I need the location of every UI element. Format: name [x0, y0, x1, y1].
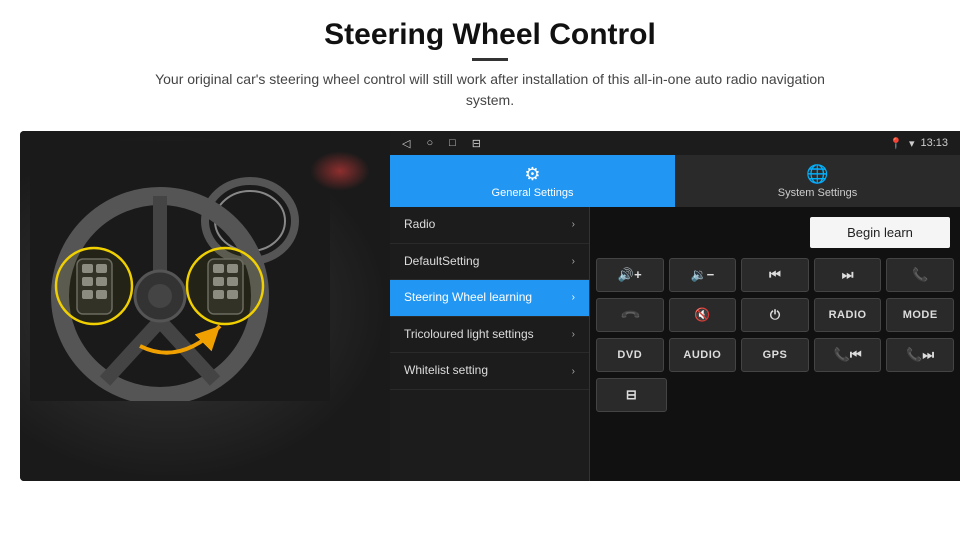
menu-icon: ⊟ [472, 137, 481, 150]
audio-button[interactable]: AUDIO [669, 338, 737, 372]
phone-button[interactable]: 📞 [886, 258, 954, 292]
mute-button[interactable]: 🔇 [669, 298, 737, 332]
menu-item-default[interactable]: DefaultSetting › [390, 244, 589, 281]
vol-down-icon: 🔉− [691, 267, 715, 283]
mute-icon: 🔇 [694, 307, 710, 323]
page-subtitle: Your original car's steering wheel contr… [140, 69, 840, 111]
status-bar-right: 📍 ▾ 13:13 [889, 137, 948, 150]
page-title: Steering Wheel Control [0, 18, 980, 52]
next-icon: ⏭ [842, 267, 854, 283]
menu-item-tricoloured-label: Tricoloured light settings [404, 327, 534, 343]
menu-item-radio[interactable]: Radio › [390, 207, 589, 244]
power-button[interactable]: ⏻ [741, 298, 809, 332]
back-icon: ◁ [402, 137, 410, 150]
controls-row-3: DVD AUDIO GPS 📞⏮ 📞⏭ [596, 338, 954, 372]
wifi-icon: ▾ [909, 137, 915, 150]
controls-row-2: 📞 🔇 ⏻ RADIO MODE [596, 298, 954, 332]
globe-icon: 🌐 [806, 164, 828, 185]
menu-item-whitelist[interactable]: Whitelist setting › [390, 353, 589, 390]
main-content: ◁ ○ □ ⊟ 📍 ▾ 13:13 ⚙ General Settings [0, 131, 980, 481]
vol-down-button[interactable]: 🔉− [669, 258, 737, 292]
page-container: Steering Wheel Control Your original car… [0, 0, 980, 481]
radio-button[interactable]: RADIO [814, 298, 882, 332]
chevron-right-icon: › [572, 366, 575, 377]
steering-wheel-background [20, 131, 390, 481]
phone-icon: 📞 [912, 267, 928, 283]
gear-icon: ⚙ [524, 164, 540, 185]
menu-item-tricoloured[interactable]: Tricoloured light settings › [390, 317, 589, 354]
gps-button[interactable]: GPS [741, 338, 809, 372]
content-area: Radio › DefaultSetting › Steering Wheel … [390, 207, 960, 481]
chevron-right-icon: › [572, 292, 575, 303]
right-panel: Begin learn 🔊+ 🔉− ⏮ [590, 207, 960, 481]
dvd-label: DVD [617, 349, 642, 361]
status-bar-left: ◁ ○ □ ⊟ [402, 137, 481, 150]
tel-prev-icon: 📞⏮ [834, 347, 862, 363]
begin-learn-row: Begin learn [596, 213, 954, 252]
chevron-right-icon: › [572, 256, 575, 267]
controls-row-1: 🔊+ 🔉− ⏮ ⏭ 📞 [596, 258, 954, 292]
chevron-right-icon: › [572, 329, 575, 340]
menu-list: Radio › DefaultSetting › Steering Wheel … [390, 207, 590, 481]
tab-bar: ⚙ General Settings 🌐 System Settings [390, 155, 960, 207]
tab-general[interactable]: ⚙ General Settings [390, 155, 675, 207]
head-unit: ◁ ○ □ ⊟ 📍 ▾ 13:13 ⚙ General Settings [390, 131, 960, 481]
power-icon: ⏻ [770, 307, 780, 323]
controls-row-4: ⊟ [596, 378, 954, 412]
chevron-right-icon: › [572, 219, 575, 230]
audio-label: AUDIO [683, 349, 721, 361]
mode-button[interactable]: MODE [886, 298, 954, 332]
menu-item-steering-label: Steering Wheel learning [404, 290, 532, 306]
recents-icon: □ [449, 137, 456, 150]
tab-general-label: General Settings [492, 187, 574, 199]
hangup-button[interactable]: 📞 [596, 298, 664, 332]
tel-next-button[interactable]: 📞⏭ [886, 338, 954, 372]
hangup-icon: 📞 [618, 304, 641, 327]
tel-next-icon: 📞⏭ [906, 347, 934, 363]
steering-wheel-svg [30, 141, 310, 381]
time-display: 13:13 [920, 137, 948, 149]
mode-label: MODE [903, 309, 938, 321]
menu-item-steering[interactable]: Steering Wheel learning › [390, 280, 589, 317]
steering-wheel-area [20, 131, 390, 481]
tel-prev-button[interactable]: 📞⏮ [814, 338, 882, 372]
menu-item-whitelist-label: Whitelist setting [404, 363, 488, 379]
vol-up-button[interactable]: 🔊+ [596, 258, 664, 292]
gps-label: GPS [763, 349, 788, 361]
menu-item-radio-label: Radio [404, 217, 435, 233]
next-track-button[interactable]: ⏭ [814, 258, 882, 292]
home-icon: ○ [426, 137, 433, 150]
prev-track-button[interactable]: ⏮ [741, 258, 809, 292]
vol-up-icon: 🔊+ [618, 267, 642, 283]
extra-icon: ⊟ [626, 387, 637, 403]
tab-system-label: System Settings [778, 187, 857, 199]
begin-learn-button[interactable]: Begin learn [810, 217, 950, 248]
tab-system[interactable]: 🌐 System Settings [675, 155, 960, 207]
extra-button[interactable]: ⊟ [596, 378, 667, 412]
header-divider [472, 58, 508, 61]
dvd-button[interactable]: DVD [596, 338, 664, 372]
page-header: Steering Wheel Control Your original car… [0, 0, 980, 119]
radio-label: RADIO [829, 309, 867, 321]
location-icon: 📍 [889, 137, 903, 150]
status-bar: ◁ ○ □ ⊟ 📍 ▾ 13:13 [390, 131, 960, 155]
prev-icon: ⏮ [769, 267, 781, 283]
menu-item-default-label: DefaultSetting [404, 254, 479, 270]
